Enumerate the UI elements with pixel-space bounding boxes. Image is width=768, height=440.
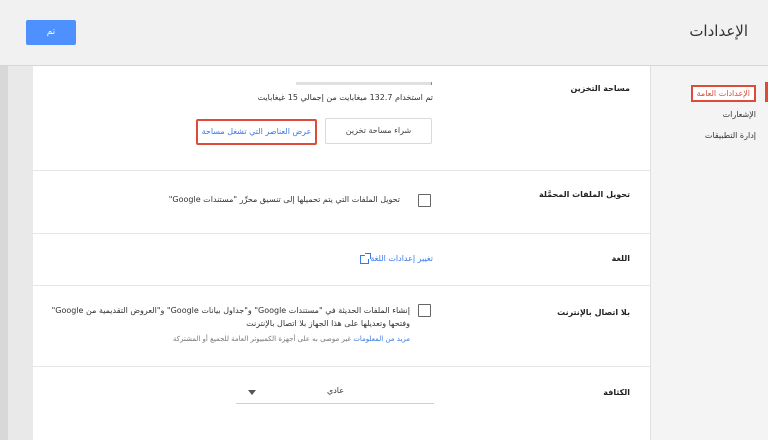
offline-checkbox[interactable] (418, 304, 431, 317)
offline-text-line1: إنشاء الملفات الحديثة في "مستندات Google… (51, 306, 410, 315)
density-label: الكثافة (603, 388, 630, 397)
convert-checkbox[interactable] (418, 194, 431, 207)
divider (33, 285, 650, 286)
buy-storage-button[interactable]: شراء مساحة تخزين (325, 118, 432, 144)
change-language-link[interactable]: تغيير إعدادات اللغة (370, 254, 433, 263)
scrollbar[interactable] (0, 66, 8, 440)
nav-item-manage-apps[interactable]: إدارة التطبيقات (705, 131, 756, 140)
divider (33, 366, 650, 367)
storage-label: مساحة التخزين (570, 84, 630, 93)
external-link-icon (360, 253, 371, 264)
offline-note-text: غير موصى به على أجهزة الكمبيوتر العامة ل… (172, 335, 352, 343)
divider (33, 170, 650, 171)
language-label: اللغة (611, 254, 630, 263)
storage-progress-fill (431, 82, 432, 85)
done-button[interactable]: تم (26, 20, 76, 45)
learn-more-link[interactable]: مزيد من المعلومات (353, 335, 410, 343)
view-items-button[interactable]: عرض العناصر التي تشغل مساحة (196, 119, 317, 145)
convert-label: تحويل الملفات المحمَّلة (538, 190, 630, 199)
convert-checkbox-text: تحويل الملفات التي يتم تحميلها إلى تنسيق… (168, 195, 400, 204)
offline-text-line2: وفتحها وتعديلها على هذا الجهاز بلا اتصال… (246, 319, 410, 328)
offline-label: بلا اتصال بالإنترنت (557, 308, 630, 317)
settings-window: الإعدادات تم مساحة التخزين تم استخدام 13… (0, 0, 768, 440)
settings-content: مساحة التخزين تم استخدام 132.7 ميغابايت … (33, 66, 650, 440)
header: الإعدادات تم (0, 0, 768, 66)
nav-item-general[interactable]: الإعدادات العامة (690, 85, 756, 102)
storage-progress-bar (296, 82, 432, 85)
nav-item-notifications[interactable]: الإشعارات (723, 110, 756, 119)
divider (33, 233, 650, 234)
density-select[interactable]: عادي (236, 382, 434, 404)
chevron-down-icon (248, 390, 256, 395)
offline-note: مزيد من المعلومات غير موصى به على أجهزة … (173, 335, 410, 343)
page-title: الإعدادات (689, 22, 748, 40)
density-selected-value: عادي (326, 386, 344, 395)
settings-nav: الإعدادات العامة الإشعارات إدارة التطبيق… (650, 66, 768, 440)
storage-usage-text: تم استخدام 132.7 ميغابايت من إجمالي 15 غ… (257, 93, 433, 102)
